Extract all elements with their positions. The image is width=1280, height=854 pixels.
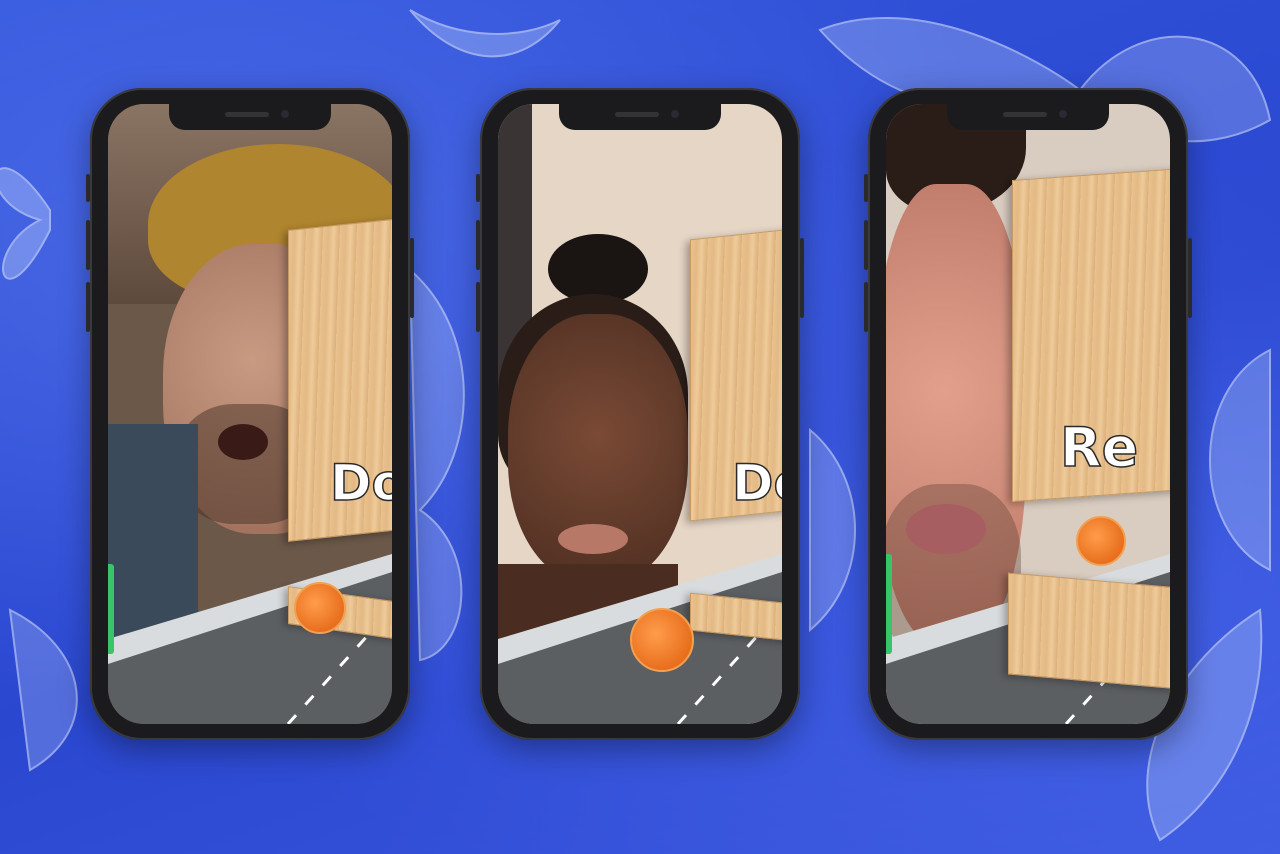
green-indicator: [108, 564, 114, 654]
phone-screen-2: Do: [498, 104, 782, 724]
door-overlay-text: Do: [731, 453, 782, 513]
phone-mockup-2: Do: [476, 88, 804, 740]
door-overlay-text: Re: [1059, 415, 1139, 480]
phone-notch: [947, 104, 1109, 130]
phone-mockup-3: Re: [864, 88, 1192, 740]
cookie-ball: [294, 582, 346, 634]
cookie-ball: [630, 608, 694, 672]
phone-screen-3: Re: [886, 104, 1170, 724]
speaker-grille: [615, 112, 659, 117]
wooden-ledge: [1008, 572, 1170, 690]
speaker-grille: [1003, 112, 1047, 117]
phone-screen-1: Do: [108, 104, 392, 724]
green-indicator: [886, 554, 892, 654]
butterfly-graphic: [409, 9, 561, 58]
phone-notch: [169, 104, 331, 130]
phone-notch: [559, 104, 721, 130]
front-camera-icon: [671, 110, 679, 118]
front-camera-icon: [281, 110, 289, 118]
cookie-ball: [1076, 516, 1126, 566]
front-camera-icon: [1059, 110, 1067, 118]
butterfly-graphic: [1209, 348, 1271, 572]
door-overlay-text: Do: [329, 453, 392, 513]
phone-mockup-1: Do: [86, 88, 414, 740]
speaker-grille: [225, 112, 269, 117]
